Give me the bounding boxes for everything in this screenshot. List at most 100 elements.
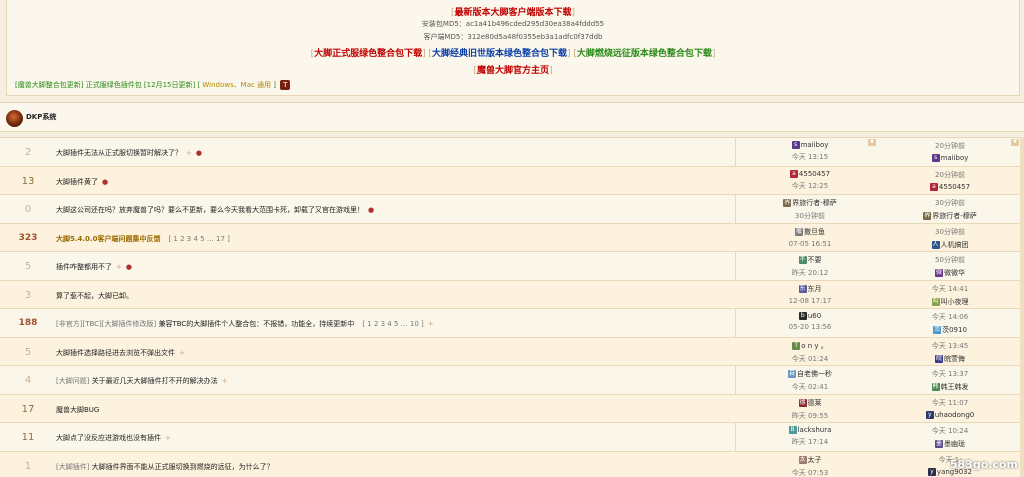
thread-title-link[interactable]: 大脚插件界面不能从正式服切换到燃烧的远征，为什么了？: [92, 463, 274, 471]
author-avatar-icon[interactable]: 自: [788, 370, 796, 378]
official-download-link[interactable]: 大脚正式服绿色整合包下载: [314, 49, 422, 59]
thread-title-link[interactable]: 大脚点了没反应进游戏也没有插件: [56, 434, 161, 442]
thread-pages[interactable]: [ 1 2 3 4 5 … 17 ]: [168, 235, 229, 243]
last-poster-avatar-icon[interactable]: s: [931, 154, 940, 162]
scrollbar[interactable]: [1020, 137, 1024, 477]
thread-title-cell: 插件咋整都用不了 + ●: [56, 262, 132, 272]
last-poster-avatar-icon[interactable]: a: [929, 182, 938, 191]
last-poster-avatar-icon[interactable]: 墨: [935, 440, 943, 448]
author-name[interactable]: 太子: [808, 456, 822, 464]
thread-title-link[interactable]: 关于最近几天大脚插件打不开的解决办法: [92, 377, 218, 385]
author-avatar-icon[interactable]: 撒: [795, 227, 803, 236]
post-time: 今天 07:53: [791, 468, 829, 477]
author-name[interactable]: 东月: [808, 285, 822, 293]
thread-title-link[interactable]: 大脚插件选择路径进去浏览不弹出文件: [56, 349, 175, 357]
thread-title-link[interactable]: 大脚这公司还在吗？放弃魔兽了吗？要么不更新，要么今天我看大范围卡死，卸载了又官在…: [56, 206, 364, 214]
last-poster-name[interactable]: 4550457: [939, 183, 970, 191]
new-reply-icon: +: [179, 348, 185, 357]
last-poster-avatar-icon[interactable]: y: [925, 410, 934, 419]
section-title[interactable]: DKP系统: [26, 112, 56, 122]
last-post-time[interactable]: 30分钟前: [905, 227, 995, 237]
author-name[interactable]: 不要: [808, 256, 822, 264]
homepage-link[interactable]: 魔兽大脚官方主页: [477, 66, 549, 76]
update-notice: [魔兽大脚整合包更新] 正式服绿色插件包 [12月15日更新] [ Window…: [15, 80, 291, 90]
author-name[interactable]: o n y 。: [801, 342, 828, 350]
last-poster-name[interactable]: 墨幽珑: [944, 440, 965, 448]
update-notice-a[interactable]: [魔兽大脚整合包更新]: [15, 81, 83, 89]
last-poster-name[interactable]: 茨0910: [942, 326, 967, 334]
author-avatar-icon[interactable]: 界: [783, 199, 792, 207]
author-avatar-icon[interactable]: 东: [798, 284, 807, 293]
last-post-time[interactable]: 今天 13:45: [905, 341, 995, 351]
author-avatar-icon[interactable]: 太: [798, 455, 807, 464]
update-notice-b[interactable]: 正式服绿色插件包 [12月15日更新] [: [86, 81, 200, 89]
last-post-time[interactable]: 50分钟前: [905, 255, 995, 265]
author-name[interactable]: 界旅行者-穆萨: [792, 199, 837, 207]
last-poster-name[interactable]: maiiboy: [941, 154, 969, 162]
author-cell: s maiiboy 今天 13:15: [780, 141, 840, 162]
last-post-cell: 50分钟前微微微华: [905, 255, 995, 278]
thread-title-link[interactable]: 兼容TBC的大脚插件个人整合包：不报错，功能全，持续更新中: [158, 320, 354, 328]
latest-client-download-link[interactable]: 最新版本大脚客户端版本下载: [454, 8, 571, 18]
thread-title-link[interactable]: 大脚5.4.0.0客户端问题集中反馈: [56, 235, 160, 243]
lastpost-filter-icon[interactable]: ▼: [1011, 139, 1019, 146]
thread-title-link[interactable]: 大脚插件黄了: [56, 178, 98, 186]
last-poster-avatar-icon[interactable]: 微: [935, 269, 943, 277]
reply-count: 17: [21, 403, 35, 415]
last-poster-name[interactable]: 叫小夜理: [941, 298, 969, 306]
last-poster-avatar-icon[interactable]: 皖: [935, 354, 943, 363]
last-poster-name[interactable]: 界旅行者-穆萨: [932, 212, 977, 220]
last-poster-name[interactable]: 人机搞团: [941, 241, 969, 249]
homepage-line: [魔兽大脚官方主页]: [473, 66, 553, 76]
thread-tag[interactable]: [大脚插件]: [56, 463, 92, 471]
last-poster-avatar-icon[interactable]: 茨: [933, 326, 942, 334]
last-post-time[interactable]: 今天 13:37: [905, 369, 995, 379]
last-poster-name[interactable]: 韩王韩发: [941, 383, 969, 391]
thread-title-link[interactable]: 插件咋整都用不了: [56, 263, 112, 271]
last-poster-name[interactable]: 皖萱侮: [944, 355, 965, 363]
author-name[interactable]: 4550457: [799, 170, 830, 178]
last-poster-avatar-icon[interactable]: 韩: [931, 383, 940, 391]
thread-title-link[interactable]: 算了惹不起，大脚已卸。: [56, 292, 133, 300]
author-avatar-icon[interactable]: 德: [798, 398, 807, 407]
last-poster-avatar-icon[interactable]: y: [927, 467, 936, 476]
last-post-time[interactable]: 今天 14:41: [905, 284, 995, 294]
reply-count: 5: [24, 346, 32, 358]
author-name[interactable]: u60: [808, 312, 821, 320]
author-avatar-icon[interactable]: B: [788, 426, 797, 434]
author-avatar-icon[interactable]: 不: [798, 256, 807, 264]
author-avatar-icon[interactable]: b: [798, 312, 807, 320]
author-avatar-icon[interactable]: T: [792, 341, 801, 350]
last-post-time[interactable]: 今天 11:07: [905, 398, 995, 408]
thread-title-link[interactable]: 大脚插件无法从正式服切换暂时解决了？: [56, 149, 182, 157]
last-post-time[interactable]: 今天 10:24: [905, 426, 995, 436]
author-avatar-icon[interactable]: a: [789, 169, 798, 178]
classic-download-link[interactable]: 大脚经典旧世版本绿色整合包下载: [432, 49, 567, 59]
last-post-time[interactable]: 20分钟前: [905, 170, 995, 180]
author-filter-icon[interactable]: ▼: [868, 139, 876, 146]
last-post-time[interactable]: 30分钟前: [905, 198, 995, 208]
last-poster-avatar-icon[interactable]: 叫: [931, 297, 940, 306]
burning-download-link[interactable]: 大脚燃烧远征版本绿色整合包下载: [577, 49, 712, 59]
last-poster-name[interactable]: 微微华: [944, 269, 965, 277]
last-post-time[interactable]: 20分钟前: [905, 141, 995, 151]
author-name[interactable]: 德莱: [808, 399, 822, 407]
author-name[interactable]: 撒旦鱼: [804, 228, 825, 236]
author-name[interactable]: lackshura: [798, 426, 832, 434]
t-badge-icon[interactable]: T: [280, 80, 291, 90]
update-notice-c[interactable]: Windows、Mac 通用: [202, 81, 271, 89]
thread-row: 11 大脚点了没反应进游戏也没有插件 + Blackshura 昨天 17:14 今天 1…: [0, 423, 1020, 452]
md5-client: 客户端MD5：312e80d5a48f0355eb3a1adfc0f37ddb: [423, 33, 603, 41]
author-avatar-icon[interactable]: s: [791, 141, 800, 149]
author-name[interactable]: 自老佛一秒: [797, 370, 832, 378]
thread-row: 1 [大脚插件] 大脚插件界面不能从正式服切换到燃烧的远征，为什么了？ 太太子 今天 …: [0, 451, 1020, 477]
thread-title-link[interactable]: 魔兽大脚BUG: [56, 406, 99, 414]
author-name[interactable]: maiiboy: [801, 141, 829, 149]
thread-tag[interactable]: [大脚问题]: [56, 377, 92, 385]
last-post-time[interactable]: 今天 14:06: [905, 312, 995, 322]
last-poster-avatar-icon[interactable]: 界: [923, 212, 932, 220]
thread-pages[interactable]: [ 1 2 3 4 5 … 10 ]: [362, 320, 423, 328]
last-poster-name[interactable]: uhaodong0: [935, 411, 975, 419]
last-poster-avatar-icon[interactable]: 人: [931, 240, 940, 249]
thread-tag[interactable]: [非官方][TBC][大脚插件修改版]: [56, 320, 158, 328]
